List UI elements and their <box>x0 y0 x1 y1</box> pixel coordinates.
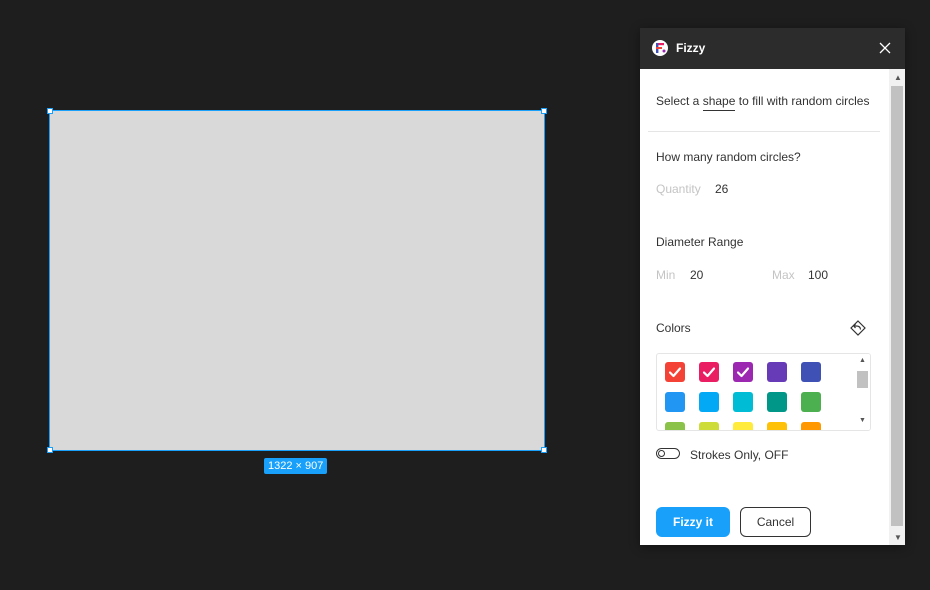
color-swatch[interactable] <box>699 392 719 412</box>
toggle-knob <box>658 450 665 457</box>
intro-text: Select a shape to fill with random circl… <box>656 94 870 111</box>
color-swatch[interactable] <box>733 362 753 382</box>
strokes-toggle[interactable] <box>656 448 680 459</box>
intro-text-end: to fill with random circles <box>735 94 870 108</box>
swatch-scroll-down-icon[interactable]: ▼ <box>859 417 866 424</box>
scroll-up-icon[interactable]: ▲ <box>894 73 902 82</box>
checkmark-icon <box>668 367 682 378</box>
divider <box>648 131 880 132</box>
plugin-scrollbar[interactable]: ▲ ▼ <box>889 69 905 545</box>
strokes-label: Strokes Only, OFF <box>690 448 789 462</box>
resize-handle-bottom-left[interactable] <box>47 447 53 453</box>
scroll-thumb[interactable] <box>891 86 903 526</box>
close-icon[interactable] <box>876 39 894 57</box>
swatch-scroll-thumb[interactable] <box>857 371 868 388</box>
color-swatch[interactable] <box>699 362 719 382</box>
color-swatch[interactable] <box>801 392 821 412</box>
color-swatch[interactable] <box>767 392 787 412</box>
fizzy-logo-icon <box>652 40 668 56</box>
max-input[interactable]: 100 <box>808 268 828 282</box>
plugin-titlebar: Fizzy <box>640 28 905 69</box>
max-label: Max <box>772 268 795 282</box>
quantity-label: Quantity <box>656 182 701 196</box>
cancel-button[interactable]: Cancel <box>740 507 811 537</box>
frame-size-badge: 1322 × 907 <box>264 458 328 474</box>
scroll-down-icon[interactable]: ▼ <box>894 533 902 542</box>
intro-text-start: Select a <box>656 94 703 108</box>
color-swatch[interactable] <box>767 362 787 382</box>
plugin-content: Select a shape to fill with random circl… <box>640 69 889 545</box>
checkmark-icon <box>736 367 750 378</box>
fizzy-plugin-window: Fizzy Select a shape to fill with random… <box>640 28 905 545</box>
reset-colors-icon[interactable] <box>848 318 868 338</box>
color-swatch[interactable] <box>699 422 719 430</box>
color-swatch[interactable] <box>665 422 685 430</box>
intro-shape-word: shape <box>702 94 736 111</box>
quantity-heading: How many random circles? <box>656 150 801 164</box>
quantity-input[interactable]: 26 <box>715 182 728 196</box>
color-swatch-grid: ▲ ▼ <box>656 353 871 431</box>
color-swatch[interactable] <box>665 362 685 382</box>
plugin-title: Fizzy <box>676 41 706 55</box>
swatch-scrollbar[interactable]: ▲ ▼ <box>854 354 870 430</box>
resize-handle-top-left[interactable] <box>47 108 53 114</box>
min-input[interactable]: 20 <box>690 268 703 282</box>
resize-handle-bottom-right[interactable] <box>541 447 547 453</box>
diameter-heading: Diameter Range <box>656 235 744 249</box>
fizzy-it-button[interactable]: Fizzy it <box>656 507 730 537</box>
color-swatch[interactable] <box>665 392 685 412</box>
resize-handle-top-right[interactable] <box>541 108 547 114</box>
color-swatch[interactable] <box>801 422 821 430</box>
color-swatch[interactable] <box>733 392 753 412</box>
color-swatch[interactable] <box>733 422 753 430</box>
swatch-scroll-up-icon[interactable]: ▲ <box>859 357 866 364</box>
colors-heading: Colors <box>656 321 691 335</box>
canvas-frame[interactable] <box>47 108 547 453</box>
color-swatch[interactable] <box>801 362 821 382</box>
color-swatch[interactable] <box>767 422 787 430</box>
min-label: Min <box>656 268 676 282</box>
checkmark-icon <box>702 367 716 378</box>
